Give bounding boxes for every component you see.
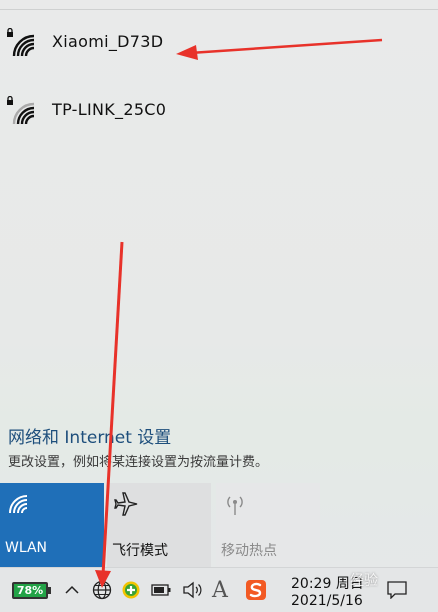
wifi-secured-icon xyxy=(7,96,35,125)
hotspot-icon xyxy=(227,496,243,515)
battery-percent-badge[interactable]: 78% xyxy=(12,582,48,599)
network-item-xiaomi[interactable]: Xiaomi_D73D xyxy=(0,20,438,76)
clock-date[interactable]: 2021/5/16 xyxy=(291,593,363,609)
tile-label: 移动热点 xyxy=(221,543,277,559)
tile-label: WLAN xyxy=(5,540,48,556)
battery-icon[interactable] xyxy=(150,568,172,612)
wifi-secured-icon xyxy=(7,28,35,57)
notification-icon[interactable] xyxy=(384,568,410,612)
wifi-icon xyxy=(9,495,28,514)
green-plus-icon[interactable] xyxy=(120,568,142,612)
airplane-icon xyxy=(114,492,138,516)
battery-terminal xyxy=(48,587,51,594)
network-item-tplink[interactable]: TP-LINK_25C0 xyxy=(0,88,438,144)
airplane-mode-tile[interactable]: 飞行模式 xyxy=(107,483,211,567)
sogou-icon[interactable] xyxy=(244,568,268,612)
clock-time-value: 20:29 xyxy=(291,576,332,592)
speaker-icon[interactable] xyxy=(180,568,206,612)
mobile-hotspot-tile[interactable]: 移动热点 xyxy=(216,483,320,567)
ime-icon[interactable]: A xyxy=(208,568,232,612)
globe-network-icon[interactable] xyxy=(90,568,114,612)
tile-label: 飞行模式 xyxy=(112,543,168,559)
network-settings-description: 更改设置，例如将某连接设置为按流量计费。 xyxy=(8,455,269,470)
chevron-up-icon[interactable] xyxy=(62,568,82,612)
network-name: Xiaomi_D73D xyxy=(52,32,164,51)
network-name: TP-LINK_25C0 xyxy=(52,100,167,119)
network-settings-link[interactable]: 网络和 Internet 设置 xyxy=(8,423,171,448)
watermark-text: 经验 xyxy=(350,573,378,589)
wlan-toggle-tile[interactable]: WLAN xyxy=(0,483,104,567)
divider xyxy=(0,9,438,10)
network-flyout: Xiaomi_D73D TP-LINK_25C0 网络和 Internet 设置… xyxy=(0,0,438,567)
